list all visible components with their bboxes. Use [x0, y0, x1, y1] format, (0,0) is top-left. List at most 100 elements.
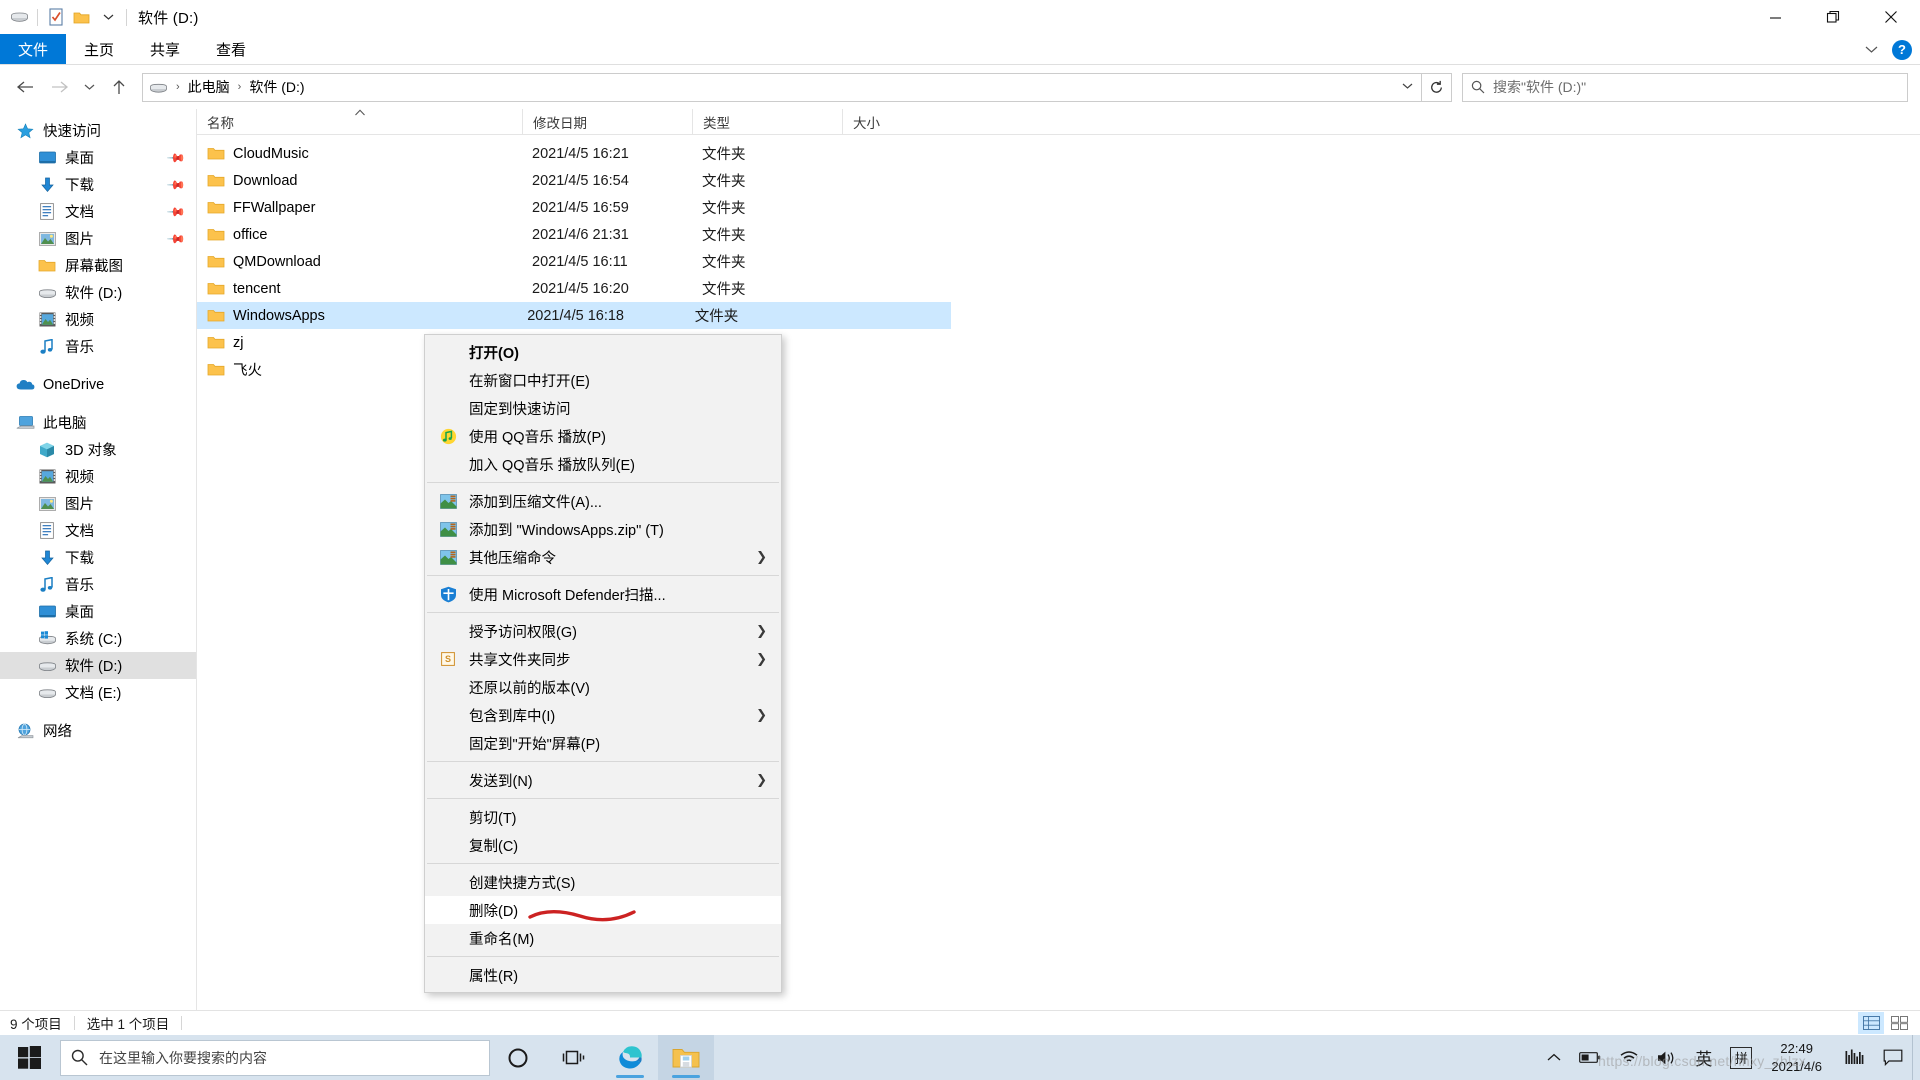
- sidebar-item-pc-pictures[interactable]: 图片: [0, 490, 196, 517]
- close-button[interactable]: [1862, 0, 1920, 34]
- windows-logo-icon[interactable]: [0, 1035, 58, 1080]
- up-button[interactable]: [102, 71, 136, 103]
- properties-icon[interactable]: [43, 4, 69, 30]
- sidebar-item-music[interactable]: 音乐: [0, 333, 196, 360]
- sidebar-item-screenshots[interactable]: 屏幕截图: [0, 252, 196, 279]
- sidebar-item-3d-objects[interactable]: 3D 对象: [0, 436, 196, 463]
- context-menu-item-restore-previous-versions[interactable]: 还原以前的版本(V): [425, 673, 781, 701]
- sidebar-item-pc-downloads[interactable]: 下载: [0, 544, 196, 571]
- task-view-icon[interactable]: [546, 1035, 602, 1080]
- context-menu-item-send-to[interactable]: 发送到(N) ❯: [425, 766, 781, 794]
- context-menu-item-delete[interactable]: 删除(D): [425, 896, 781, 924]
- sidebar-item-pictures[interactable]: 图片 📌: [0, 225, 196, 252]
- context-menu-item-pin-to-start[interactable]: 固定到"开始"屏幕(P): [425, 729, 781, 757]
- breadcrumb-current-folder[interactable]: 软件 (D:): [246, 74, 307, 101]
- edge-icon[interactable]: [602, 1035, 658, 1080]
- sidebar-item-desktop[interactable]: 桌面 📌: [0, 144, 196, 171]
- context-menu-item-qqmusic-queue[interactable]: 加入 QQ音乐 播放队列(E): [425, 450, 781, 478]
- sidebar-group-onedrive[interactable]: OneDrive: [0, 371, 196, 398]
- sidebar-item-system-c[interactable]: 系统 (C:): [0, 625, 196, 652]
- sidebar-item-software-d[interactable]: 软件 (D:): [0, 279, 196, 306]
- address-bar[interactable]: › 此电脑 › 软件 (D:): [142, 73, 1422, 102]
- column-header-type[interactable]: 类型: [692, 109, 842, 135]
- context-menu-item-open-new-window[interactable]: 在新窗口中打开(E): [425, 366, 781, 394]
- chevron-up-icon[interactable]: [1538, 1035, 1570, 1080]
- chevron-down-icon[interactable]: [95, 4, 121, 30]
- minimize-button[interactable]: [1746, 0, 1804, 34]
- file-type: 文件夹: [692, 275, 842, 302]
- sidebar-item-downloads[interactable]: 下载 📌: [0, 171, 196, 198]
- chevron-down-icon[interactable]: [1865, 41, 1878, 59]
- sidebar-item-pc-documents[interactable]: 文档: [0, 517, 196, 544]
- ime-pinyin-indicator[interactable]: 拼: [1721, 1035, 1761, 1080]
- context-menu-item-cut[interactable]: 剪切(T): [425, 803, 781, 831]
- table-row[interactable]: WindowsApps 2021/4/5 16:18 文件夹: [197, 302, 951, 329]
- table-row[interactable]: QMDownload 2021/4/5 16:11 文件夹: [197, 248, 1920, 275]
- context-menu-item-grant-access[interactable]: 授予访问权限(G) ❯: [425, 617, 781, 645]
- notification-icon[interactable]: [1874, 1035, 1912, 1080]
- battery-icon[interactable]: [1570, 1035, 1610, 1080]
- context-menu-item-create-shortcut[interactable]: 创建快捷方式(S): [425, 868, 781, 896]
- sidebar-group-this-pc[interactable]: 此电脑: [0, 409, 196, 436]
- taskbar-search-box[interactable]: 在这里输入你要搜索的内容: [60, 1040, 490, 1076]
- context-menu-item-open[interactable]: 打开(O): [425, 338, 781, 366]
- context-menu-item-defender-scan[interactable]: 使用 Microsoft Defender扫描...: [425, 580, 781, 608]
- help-button[interactable]: ?: [1892, 40, 1912, 60]
- context-menu-item-add-to-named-zip[interactable]: 添加到 "WindowsApps.zip" (T): [425, 515, 781, 543]
- sidebar-item-videos[interactable]: 视频: [0, 306, 196, 333]
- chevron-down-icon[interactable]: [1395, 81, 1419, 93]
- details-view-icon[interactable]: [1858, 1012, 1884, 1034]
- sidebar-item-pc-music[interactable]: 音乐: [0, 571, 196, 598]
- context-menu-item-include-in-library[interactable]: 包含到库中(I) ❯: [425, 701, 781, 729]
- forward-button[interactable]: [42, 71, 76, 103]
- sidebar-group-quick-access[interactable]: 快速访问: [0, 117, 196, 144]
- sidebar-item-desktop-label: 桌面: [65, 147, 94, 168]
- context-menu-item-other-archive-commands[interactable]: 其他压缩命令 ❯: [425, 543, 781, 571]
- recent-locations-button[interactable]: [76, 71, 102, 103]
- search-input[interactable]: 搜索"软件 (D:)": [1493, 77, 1586, 97]
- table-row[interactable]: CloudMusic 2021/4/5 16:21 文件夹: [197, 140, 1920, 167]
- sidebar-item-pc-desktop[interactable]: 桌面: [0, 598, 196, 625]
- chart-icon[interactable]: [1836, 1035, 1874, 1080]
- show-desktop-button[interactable]: [1912, 1035, 1920, 1080]
- table-row[interactable]: FFWallpaper 2021/4/5 16:59 文件夹: [197, 194, 1920, 221]
- wifi-icon[interactable]: [1610, 1035, 1648, 1080]
- context-menu-item-rename[interactable]: 重命名(M): [425, 924, 781, 952]
- volume-icon[interactable]: [1648, 1035, 1686, 1080]
- context-menu-item-open-label: 打开(O): [469, 342, 519, 363]
- tab-home[interactable]: 主页: [66, 34, 132, 64]
- context-menu-item-shared-folder-sync[interactable]: S 共享文件夹同步 ❯: [425, 645, 781, 673]
- column-header-date[interactable]: 修改日期: [522, 109, 692, 135]
- sidebar-group-network[interactable]: 网络: [0, 717, 196, 744]
- folder-icon: [207, 335, 225, 351]
- sidebar-item-pc-videos[interactable]: 视频: [0, 463, 196, 490]
- table-row[interactable]: Download 2021/4/5 16:54 文件夹: [197, 167, 1920, 194]
- maximize-button[interactable]: [1804, 0, 1862, 34]
- table-row[interactable]: office 2021/4/6 21:31 文件夹: [197, 221, 1920, 248]
- context-menu-item-add-to-archive[interactable]: 添加到压缩文件(A)...: [425, 487, 781, 515]
- back-button[interactable]: [8, 71, 42, 103]
- cortana-icon[interactable]: [490, 1035, 546, 1080]
- context-menu-item-qqmusic-play[interactable]: 使用 QQ音乐 播放(P): [425, 422, 781, 450]
- new-folder-icon[interactable]: [69, 4, 95, 30]
- search-box[interactable]: 搜索"软件 (D:)": [1462, 73, 1908, 102]
- ime-mode-indicator[interactable]: 英: [1686, 1035, 1721, 1080]
- taskbar-clock[interactable]: 22:49 2021/4/6: [1761, 1035, 1836, 1080]
- context-menu-item-pin-quick-access[interactable]: 固定到快速访问: [425, 394, 781, 422]
- tab-view[interactable]: 查看: [198, 34, 264, 64]
- context-menu-item-properties[interactable]: 属性(R): [425, 961, 781, 989]
- column-header-size[interactable]: 大小: [842, 109, 962, 135]
- file-explorer-icon[interactable]: [658, 1035, 714, 1080]
- sidebar-item-documents[interactable]: 文档 📌: [0, 198, 196, 225]
- file-date: 2021/4/5 16:20: [522, 275, 692, 302]
- tab-file[interactable]: 文件: [0, 34, 66, 64]
- sidebar-item-pc-software-d[interactable]: 软件 (D:): [0, 652, 196, 679]
- context-menu-item-copy[interactable]: 复制(C): [425, 831, 781, 859]
- refresh-button[interactable]: [1422, 73, 1452, 102]
- tiles-view-icon[interactable]: [1886, 1012, 1912, 1034]
- tab-share[interactable]: 共享: [132, 34, 198, 64]
- table-row[interactable]: tencent 2021/4/5 16:20 文件夹: [197, 275, 1920, 302]
- breadcrumb-this-pc[interactable]: 此电脑: [185, 74, 233, 101]
- sidebar-item-documents-e[interactable]: 文档 (E:): [0, 679, 196, 706]
- column-header-name[interactable]: 名称: [197, 109, 522, 135]
